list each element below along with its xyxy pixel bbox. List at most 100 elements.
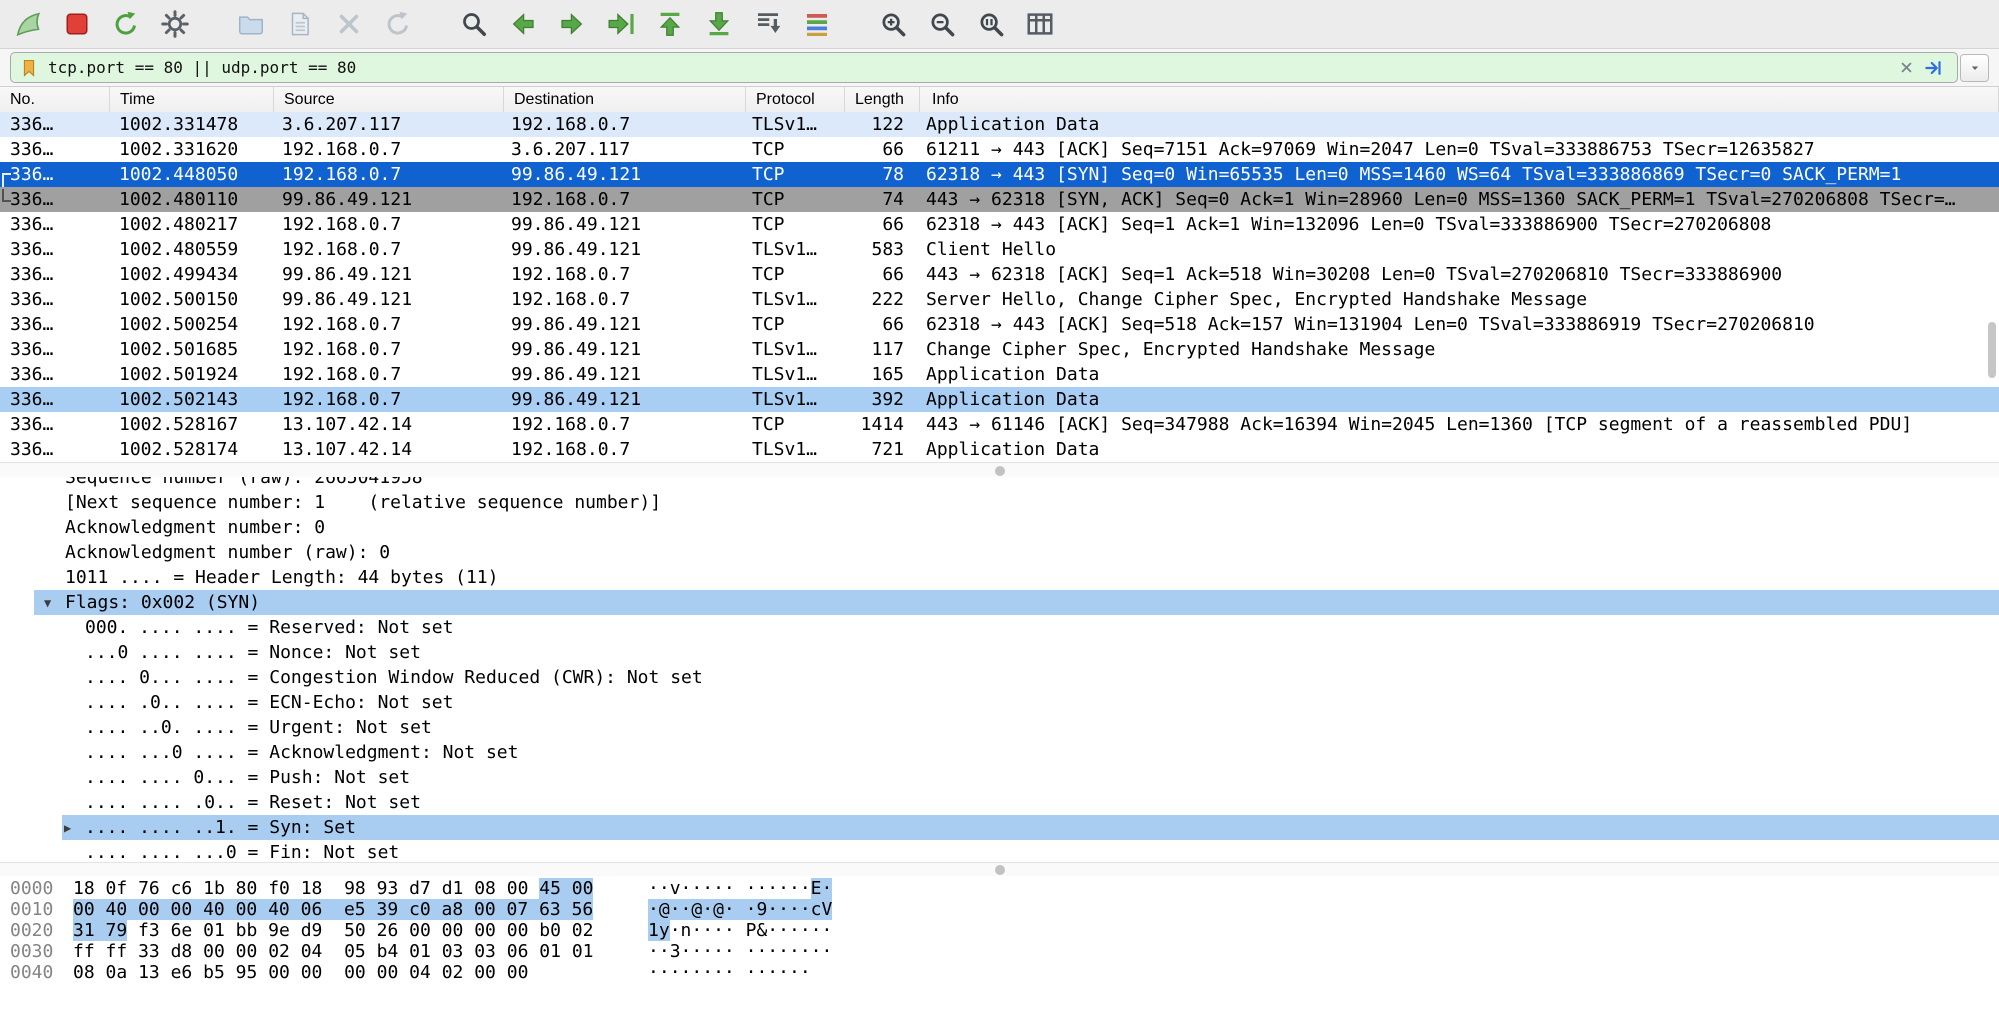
detail-line[interactable]: .... .... 0... = Push: Not set (0, 765, 1999, 790)
packet-row[interactable]: 336…1002.502143192.168.0.799.86.49.121TL… (0, 387, 1999, 412)
colorize-button[interactable] (801, 8, 833, 40)
auto-scroll-button[interactable] (752, 8, 784, 40)
detail-line[interactable]: Sequence number (raw): 2665041958 (0, 477, 1999, 490)
packet-row[interactable]: 336…1002.48011099.86.49.121192.168.0.7TC… (0, 187, 1999, 212)
packet-cell-src: 192.168.0.7 (272, 314, 501, 335)
packet-cell-proto: TCP (742, 314, 840, 335)
packet-cell-dst: 99.86.49.121 (501, 389, 742, 410)
packet-cell-dst: 3.6.207.117 (501, 139, 742, 160)
detail-line[interactable]: ...0 .... .... = Nonce: Not set (0, 640, 1999, 665)
detail-line[interactable]: Acknowledgment number: 0 (0, 515, 1999, 540)
collapse-arrow-icon[interactable]: ▼ (44, 596, 65, 610)
go-to-top-button[interactable] (654, 8, 686, 40)
filter-bookmark-button[interactable] (19, 58, 39, 78)
splitter-handle-icon (995, 865, 1005, 875)
packet-row[interactable]: 336…1002.52817413.107.42.14192.168.0.7TL… (0, 437, 1999, 462)
packet-cell-proto: TLSv1… (742, 389, 840, 410)
packet-cell-proto: TCP (742, 139, 840, 160)
hex-bytes: ff ff 33 d8 00 00 02 04 05 b4 01 03 03 0… (73, 941, 648, 962)
start-capture-button[interactable] (12, 8, 44, 40)
hex-row[interactable]: 001000 40 00 00 40 00 40 06 e5 39 c0 a8 … (0, 899, 1999, 920)
packet-cell-src: 99.86.49.121 (272, 264, 501, 285)
hex-row[interactable]: 004008 0a 13 e6 b5 95 00 00 00 00 04 02 … (0, 962, 1999, 983)
column-header-info[interactable]: Info (920, 87, 1999, 113)
zoom-in-icon (878, 9, 908, 39)
detail-line[interactable]: .... 0... .... = Congestion Window Reduc… (0, 665, 1999, 690)
filter-dropdown-button[interactable] (1960, 54, 1989, 82)
packet-row[interactable]: 336…1002.49943499.86.49.121192.168.0.7TC… (0, 262, 1999, 287)
detail-line[interactable]: .... .... ...0 = Fin: Not set (0, 840, 1999, 862)
detail-line[interactable]: Acknowledgment number (raw): 0 (0, 540, 1999, 565)
zoom-reset-button[interactable] (975, 8, 1007, 40)
resize-columns-button[interactable] (1024, 8, 1056, 40)
detail-text: 1011 .... = Header Length: 44 bytes (11) (65, 567, 498, 588)
hex-offset: 0040 (0, 962, 73, 983)
hex-ascii: ·@··@·@· ·9····cV (648, 899, 832, 920)
splitter-handle-icon (995, 466, 1005, 476)
column-header-len[interactable]: Length (845, 87, 920, 113)
go-back-button[interactable] (507, 8, 539, 40)
detail-line[interactable]: ▶.... .... ..1. = Syn: Set (0, 815, 1999, 840)
packet-row[interactable]: 336…1002.501924192.168.0.799.86.49.121TL… (0, 362, 1999, 387)
capture-options-button[interactable] (159, 8, 191, 40)
column-header-time[interactable]: Time (110, 87, 274, 113)
detail-line[interactable]: .... .0.. .... = ECN-Echo: Not set (0, 690, 1999, 715)
packet-cell-proto: TCP (742, 189, 840, 210)
packet-row[interactable]: 336…1002.50015099.86.49.121192.168.0.7TL… (0, 287, 1999, 312)
packet-row[interactable]: 336…1002.448050192.168.0.799.86.49.121TC… (0, 162, 1999, 187)
hex-bytes: 08 0a 13 e6 b5 95 00 00 00 00 04 02 00 0… (73, 962, 648, 983)
stop-capture-button[interactable] (61, 8, 93, 40)
zoom-out-button[interactable] (926, 8, 958, 40)
packet-row[interactable]: 336…1002.3314783.6.207.117192.168.0.7TLS… (0, 112, 1999, 137)
packet-cell-no: 336… (0, 164, 109, 185)
packet-row[interactable]: 336…1002.501685192.168.0.799.86.49.121TL… (0, 337, 1999, 362)
hex-offset: 0030 (0, 941, 73, 962)
packet-cell-dst: 192.168.0.7 (501, 439, 742, 460)
packet-row[interactable]: 336…1002.500254192.168.0.799.86.49.121TC… (0, 312, 1999, 337)
column-header-dst[interactable]: Destination (504, 87, 746, 113)
packet-row[interactable]: 336…1002.480559192.168.0.799.86.49.121TL… (0, 237, 1999, 262)
packet-cell-src: 13.107.42.14 (272, 439, 501, 460)
column-header-no[interactable]: No. (0, 87, 110, 113)
go-forward-button[interactable] (556, 8, 588, 40)
apply-filter-button[interactable] (1923, 58, 1943, 78)
detail-text: .... .... ...0 = Fin: Not set (85, 842, 399, 862)
packet-row[interactable]: 336…1002.331620192.168.0.73.6.207.117TCP… (0, 137, 1999, 162)
packet-row[interactable]: 336…1002.480217192.168.0.799.86.49.121TC… (0, 212, 1999, 237)
packet-cell-len: 721 (840, 439, 914, 460)
packet-cell-len: 122 (840, 114, 914, 135)
packet-cell-len: 392 (840, 389, 914, 410)
expand-arrow-icon[interactable]: ▶ (64, 821, 85, 835)
packet-list-scrollbar[interactable] (1988, 322, 1996, 378)
display-filter-input[interactable]: tcp.port == 80 || udp.port == 80 (48, 58, 1890, 77)
detail-line[interactable]: 1011 .... = Header Length: 44 bytes (11) (0, 565, 1999, 590)
find-packet-button[interactable] (458, 8, 490, 40)
go-to-bottom-button[interactable] (703, 8, 735, 40)
detail-line[interactable]: [Next sequence number: 1 (relative seque… (0, 490, 1999, 515)
column-header-proto[interactable]: Protocol (746, 87, 845, 113)
packet-cell-no: 336… (0, 239, 109, 260)
packet-cell-time: 1002.499434 (109, 264, 272, 285)
column-header-src[interactable]: Source (274, 87, 504, 113)
display-filter-field[interactable]: tcp.port == 80 || udp.port == 80 (10, 52, 1958, 83)
packet-cell-time: 1002.500254 (109, 314, 272, 335)
hex-ascii: ········ ······ (648, 962, 811, 983)
detail-line[interactable]: ▼Flags: 0x002 (SYN) (0, 590, 1999, 615)
detail-text: .... ..0. .... = Urgent: Not set (85, 717, 432, 738)
packet-cell-len: 78 (840, 164, 914, 185)
clear-filter-button[interactable] (1898, 59, 1915, 76)
detail-text: .... .... .0.. = Reset: Not set (85, 792, 421, 813)
detail-line[interactable]: .... ..0. .... = Urgent: Not set (0, 715, 1999, 740)
hex-row[interactable]: 0030ff ff 33 d8 00 00 02 04 05 b4 01 03 … (0, 941, 1999, 962)
hex-row[interactable]: 000018 0f 76 c6 1b 80 f0 18 98 93 d7 d1 … (0, 878, 1999, 899)
packet-row[interactable]: 336…1002.52816713.107.42.14192.168.0.7TC… (0, 412, 1999, 437)
filter-bookmark-icon (19, 58, 39, 78)
detail-line[interactable]: .... .... .0.. = Reset: Not set (0, 790, 1999, 815)
go-to-packet-button[interactable] (605, 8, 637, 40)
zoom-in-button[interactable] (877, 8, 909, 40)
hex-row[interactable]: 002031 79 f3 6e 01 bb 9e d9 50 26 00 00 … (0, 920, 1999, 941)
restart-capture-button[interactable] (110, 8, 142, 40)
detail-line[interactable]: 000. .... .... = Reserved: Not set (0, 615, 1999, 640)
detail-line[interactable]: .... ...0 .... = Acknowledgment: Not set (0, 740, 1999, 765)
packet-cell-dst: 99.86.49.121 (501, 339, 742, 360)
